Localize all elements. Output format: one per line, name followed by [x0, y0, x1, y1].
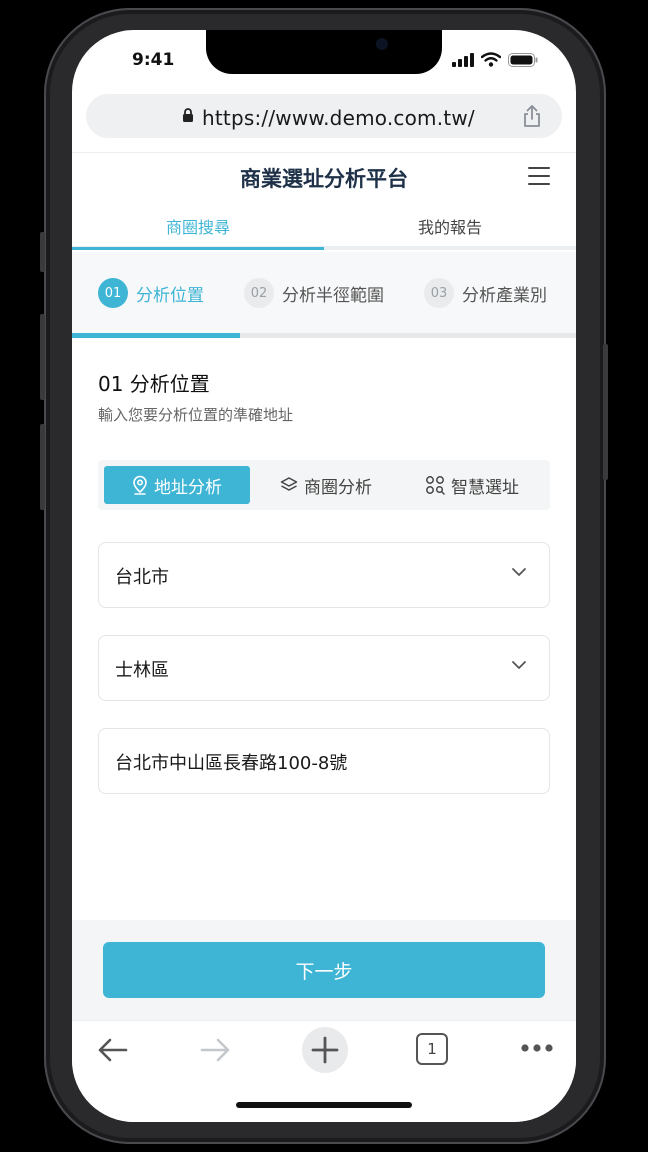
phone-screen: 9:41 https://www.demo.com.tw/ 商業選址分析平台 商…	[72, 30, 576, 1122]
step-3[interactable]: 03 分析產業別	[424, 278, 547, 308]
forward-arrow-icon[interactable]	[198, 1035, 232, 1065]
section-title: 01 分析位置	[98, 372, 210, 396]
mode-label: 智慧選址	[451, 477, 519, 498]
volume-down-button	[40, 424, 45, 510]
district-select[interactable]: 士林區	[98, 635, 550, 701]
step-2[interactable]: 02 分析半徑範圍	[244, 278, 384, 308]
mode-smart-site[interactable]: 智慧選址	[400, 466, 544, 504]
tabs-button[interactable]: 1	[416, 1033, 448, 1065]
tab-count: 1	[427, 1040, 437, 1058]
step-1[interactable]: 01 分析位置	[98, 278, 204, 308]
mode-label: 商圈分析	[304, 477, 372, 498]
step-label: 分析半徑範圍	[282, 285, 384, 306]
step-number: 01	[98, 278, 128, 308]
address-bar[interactable]: https://www.demo.com.tw/	[86, 94, 562, 138]
section-subtitle: 輸入您要分析位置的準確地址	[98, 406, 294, 424]
analysis-mode-tabs: 地址分析 商圈分析 智慧選址	[98, 460, 550, 510]
layers-icon	[280, 477, 298, 491]
power-button	[603, 344, 608, 480]
step-label: 分析產業別	[462, 285, 547, 306]
back-arrow-icon[interactable]	[96, 1035, 130, 1065]
mode-address-analysis[interactable]: 地址分析	[104, 466, 250, 504]
tab-my-reports[interactable]: 我的報告	[324, 214, 576, 238]
city-select-value: 台北市	[115, 567, 169, 588]
hamburger-menu-icon[interactable]	[528, 167, 550, 185]
wifi-icon	[481, 52, 501, 67]
volume-up-button	[40, 314, 45, 400]
battery-icon	[508, 52, 538, 67]
mode-district-analysis[interactable]: 商圈分析	[256, 466, 396, 504]
page-title: 商業選址分析平台	[240, 167, 408, 191]
map-pin-icon	[133, 475, 147, 495]
mode-label: 地址分析	[154, 477, 222, 498]
signal-icon	[452, 52, 474, 67]
tab-active-indicator	[72, 247, 324, 250]
step-indicator: 01 分析位置 02 分析半徑範圍 03 分析產業別	[72, 252, 576, 338]
steps-progress-bar	[72, 333, 576, 338]
tab-search[interactable]: 商圈搜尋	[72, 214, 324, 238]
silent-switch	[40, 232, 45, 272]
next-step-button[interactable]: 下一步	[103, 942, 545, 998]
camera	[376, 38, 388, 50]
home-indicator	[236, 1102, 412, 1108]
district-select-value: 士林區	[115, 660, 169, 681]
apps-search-icon	[426, 476, 445, 495]
step-label: 分析位置	[136, 285, 204, 306]
step-number: 03	[424, 278, 454, 308]
app-header: 商業選址分析平台	[72, 152, 576, 204]
address-input-value: 台北市中山區長春路100-8號	[115, 753, 348, 774]
chevron-down-icon	[512, 661, 526, 669]
steps-progress-fill	[72, 333, 240, 338]
status-icons	[452, 52, 538, 67]
share-icon[interactable]	[522, 104, 542, 128]
lock-icon	[183, 108, 193, 122]
step-number: 02	[244, 278, 274, 308]
more-icon[interactable]	[520, 1043, 554, 1053]
address-input[interactable]: 台北市中山區長春路100-8號	[98, 728, 550, 794]
main-tabs: 商圈搜尋 我的報告	[72, 206, 576, 250]
city-select[interactable]: 台北市	[98, 542, 550, 608]
notch	[206, 30, 442, 74]
plus-icon	[311, 1036, 339, 1064]
status-time: 9:41	[132, 50, 175, 70]
url-text: https://www.demo.com.tw/	[202, 106, 475, 130]
chevron-down-icon	[512, 568, 526, 576]
new-tab-button[interactable]	[302, 1027, 348, 1073]
